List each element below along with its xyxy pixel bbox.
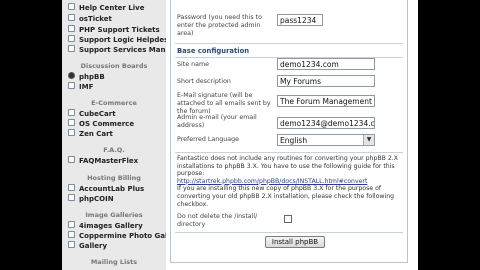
no-delete-install-label: Do not delete the /install/ directory — [177, 213, 258, 228]
install-guide-link[interactable]: http://startrek.phpbb.com/phpBB/docs/INS… — [177, 178, 367, 185]
sidebar-item-label: Support Services Manager — [79, 46, 166, 54]
sidebar-item-label: IMF — [79, 83, 94, 91]
sidebar-heading-mailing-lists: Mailing Lists — [90, 258, 138, 266]
script-icon — [68, 241, 75, 248]
sidebar-item-support-services-manager[interactable]: Support Services Manager — [68, 45, 166, 54]
sidebar-item-imf[interactable]: IMF — [68, 82, 93, 91]
sidebar-heading-hosting-billing: Hosting Billing — [87, 174, 141, 182]
short-description-label: Short description — [177, 78, 231, 85]
sidebar-item-phpbb[interactable]: phpBB — [68, 72, 105, 81]
sidebar-item-label: phpBB — [79, 73, 105, 81]
preferred-language-label: Preferred Language — [177, 136, 239, 143]
selected-radio-icon — [68, 72, 75, 79]
sidebar-item-osticket[interactable]: osTicket — [68, 14, 112, 23]
main-panel: Password (you need this to enter the pro… — [166, 0, 418, 270]
sidebar-item-coppermine-photo-gallery[interactable]: Coppermine Photo Gallery — [68, 231, 166, 240]
password-label: Password (you need this to enter the pro… — [177, 14, 262, 37]
conversion-notice: Fantastico does not include any routines… — [177, 155, 401, 208]
script-icon — [68, 194, 75, 201]
site-name-label: Site name — [177, 61, 209, 68]
install-form-frame: Password (you need this to enter the pro… — [170, 0, 408, 263]
script-icon — [68, 25, 75, 32]
no-delete-install-checkbox[interactable] — [284, 215, 292, 223]
language-select-value: English — [280, 136, 308, 145]
conversion-notice-text: Fantastico does not include any routines… — [177, 155, 398, 178]
sidebar-heading-faq: F.A.Q. — [103, 146, 125, 154]
sidebar-item-support-logic-helpdesk[interactable]: Support Logic Helpdesk — [68, 35, 166, 44]
script-icon — [68, 119, 75, 126]
sidebar-item-accountlab-plus[interactable]: AccountLab Plus — [68, 184, 144, 193]
sidebar-item-label: phpCOIN — [79, 195, 114, 203]
language-select[interactable]: English ▼ — [277, 134, 375, 146]
script-icon — [68, 45, 75, 52]
sidebar-item-help-center-live[interactable]: Help Center Live — [68, 3, 144, 12]
sidebar-item-label: OS Commerce — [79, 120, 135, 128]
sidebar-item-label: Help Center Live — [79, 4, 145, 12]
sidebar-heading-ecommerce: E-Commerce — [91, 99, 137, 107]
sidebar-item-gallery[interactable]: Gallery — [68, 241, 107, 250]
script-icon — [68, 109, 75, 116]
sidebar-item-label: Support Logic Helpdesk — [79, 36, 166, 44]
email-signature-label: E-Mail signature (will be attached to al… — [177, 92, 271, 115]
sidebar-item-faqmasterflex[interactable]: FAQMasterFlex — [68, 156, 138, 165]
base-configuration-heading: Base configuration — [177, 47, 250, 55]
divider — [175, 43, 403, 44]
sidebar-item-php-support-tickets[interactable]: PHP Support Tickets — [68, 25, 160, 34]
sidebar-item-label: Coppermine Photo Gallery — [79, 232, 166, 240]
sidebar-heading-image-galleries: Image Galleries — [85, 211, 143, 219]
install-phpbb-button[interactable]: Install phpBB — [265, 236, 325, 248]
script-icon — [68, 14, 75, 21]
admin-email-field[interactable]: demo1234@demo1234.co — [277, 117, 375, 129]
divider — [175, 232, 403, 233]
script-icon — [68, 129, 75, 136]
sidebar-item-phpcoin[interactable]: phpCOIN — [68, 194, 114, 203]
email-signature-field[interactable]: The Forum Management — [277, 95, 375, 107]
script-icon — [68, 231, 75, 238]
sidebar-item-label: AccountLab Plus — [79, 185, 145, 193]
script-icon — [68, 82, 75, 89]
sidebar-item-label: PHP Support Tickets — [79, 26, 160, 34]
sidebar-item-label: FAQMasterFlex — [79, 157, 139, 165]
sidebar-item-zen-cart[interactable]: Zen Cart — [68, 129, 113, 138]
left-letterbox — [0, 0, 62, 270]
right-letterbox — [418, 0, 480, 270]
divider — [175, 152, 403, 153]
sidebar-item-4images-gallery[interactable]: 4images Gallery — [68, 221, 143, 230]
short-description-field[interactable]: My Forums — [277, 75, 375, 87]
site-name-field[interactable]: demo1234.com — [277, 58, 375, 70]
sidebar-item-label: osTicket — [79, 15, 112, 23]
script-icon — [68, 184, 75, 191]
conversion-notice-text-2: If you are installing this new copy of p… — [177, 185, 395, 208]
sidebar: Help Center Live osTicket PHP Support Ti… — [62, 0, 166, 270]
script-icon — [68, 3, 75, 10]
script-icon — [68, 156, 75, 163]
sidebar-item-label: 4images Gallery — [79, 222, 143, 230]
sidebar-item-cubecart[interactable]: CubeCart — [68, 109, 116, 118]
script-icon — [68, 35, 75, 42]
sidebar-heading-discussion-boards: Discussion Boards — [80, 62, 148, 70]
sidebar-item-label: Zen Cart — [79, 130, 113, 138]
sidebar-item-os-commerce[interactable]: OS Commerce — [68, 119, 134, 128]
password-field[interactable]: pass1234 — [277, 14, 323, 26]
sidebar-item-label: Gallery — [79, 242, 108, 250]
sidebar-item-label: CubeCart — [79, 110, 116, 118]
admin-email-label: Admin e-mail (your email address) — [177, 114, 257, 129]
script-icon — [68, 221, 75, 228]
chevron-down-icon[interactable]: ▼ — [363, 135, 374, 145]
